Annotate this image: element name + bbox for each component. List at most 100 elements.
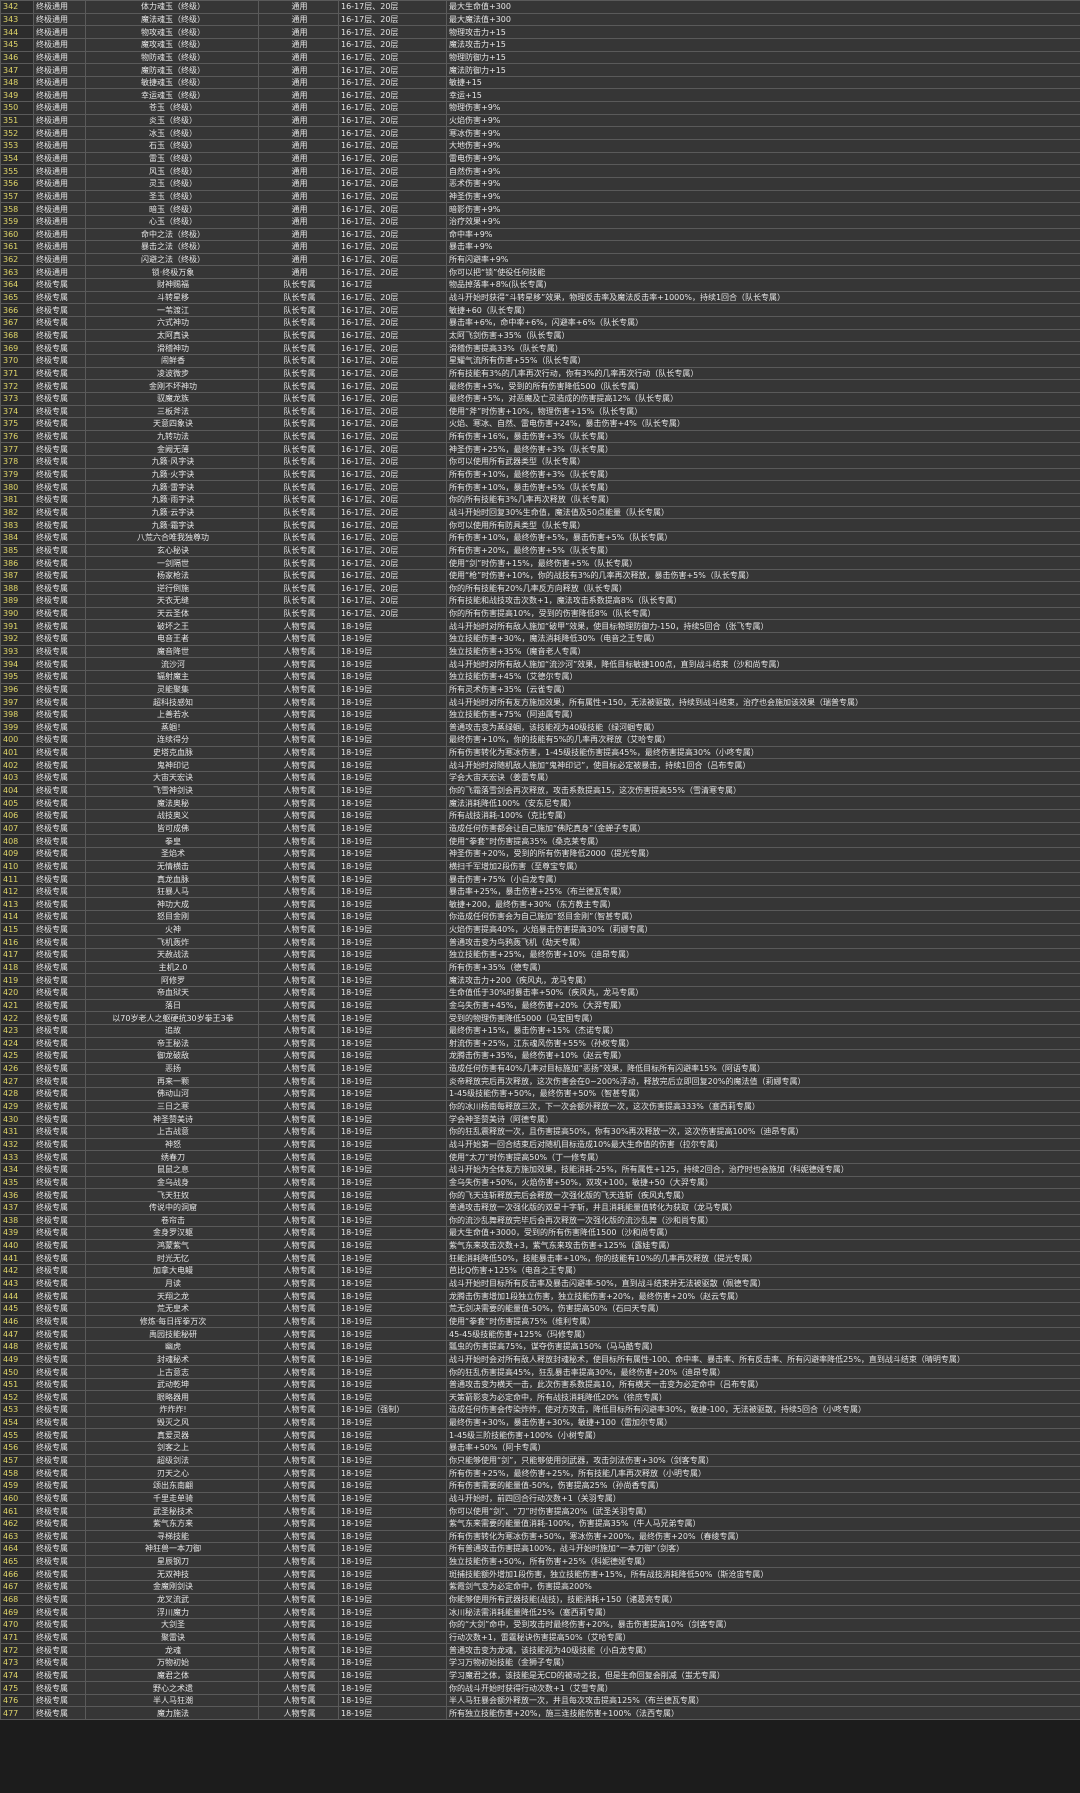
type-cell[interactable]: 终极专属: [33, 707, 86, 722]
skill-name-cell[interactable]: 禹园技能秘研: [85, 1327, 259, 1341]
type-cell[interactable]: 终极通用: [33, 189, 86, 204]
floor-cell[interactable]: 18-19层: [338, 1643, 447, 1657]
category-cell[interactable]: 队长专属: [258, 417, 339, 431]
effect-cell[interactable]: 你的所有伤害提高10%，受到的伤害降低8%（队长专属）: [446, 606, 1080, 621]
floor-cell[interactable]: 18-19层: [338, 922, 447, 937]
floor-cell[interactable]: 18-19层: [338, 682, 447, 697]
type-cell[interactable]: 终极通用: [33, 75, 86, 90]
floor-cell[interactable]: 16-17层、20层: [338, 75, 447, 90]
row-number-cell[interactable]: 406: [0, 809, 34, 823]
type-cell[interactable]: 终极通用: [33, 12, 86, 27]
skill-name-cell[interactable]: 神功大成: [85, 897, 259, 912]
category-cell[interactable]: 人物专属: [258, 644, 339, 659]
category-cell[interactable]: 队长专属: [258, 455, 339, 469]
type-cell[interactable]: 终极专属: [33, 935, 86, 950]
effect-cell[interactable]: 你可以把“锁”使役任何技能: [446, 265, 1080, 280]
floor-cell[interactable]: 18-19层: [338, 1213, 447, 1228]
effect-cell[interactable]: 学会大宙天宏诀（姜雷专属）: [446, 771, 1080, 785]
category-cell[interactable]: 队长专属: [258, 316, 339, 330]
effect-cell[interactable]: 独立技能伤害+25%，最终伤害+10%（迪昂专属）: [446, 948, 1080, 962]
category-cell[interactable]: 通用: [258, 101, 339, 115]
row-number-cell[interactable]: 423: [0, 1023, 34, 1038]
skill-name-cell[interactable]: 魔法魂玉（终级）: [85, 12, 259, 27]
type-cell[interactable]: 终极专属: [33, 1580, 86, 1594]
effect-cell[interactable]: 神圣伤害+25%，最终伤害+3%（队长专属）: [446, 442, 1080, 457]
floor-cell[interactable]: 16-17层、20层: [338, 227, 447, 242]
floor-cell[interactable]: 16-17层、20层: [338, 252, 447, 267]
category-cell[interactable]: 人物专属: [258, 720, 339, 735]
type-cell[interactable]: 终极专属: [33, 682, 86, 697]
type-cell[interactable]: 终极专属: [33, 1099, 86, 1114]
row-number-cell[interactable]: 388: [0, 581, 34, 596]
effect-cell[interactable]: 最终伤害+30%，暴击伤害+30%，敏捷+100（雷加尔专属）: [446, 1415, 1080, 1430]
effect-cell[interactable]: 你的飞天连斩释放完后会释放一次强化版的飞天连斩（疾风丸专属）: [446, 1188, 1080, 1202]
type-cell[interactable]: 终极专属: [33, 556, 86, 570]
effect-cell[interactable]: 普通攻击释放一次强化版的双星十字斩，并且消耗能量值转化为获取（龙马专属）: [446, 1200, 1080, 1215]
skill-name-cell[interactable]: 魔攻魂玉（终级）: [85, 37, 259, 52]
effect-cell[interactable]: 紫霞剑气变为必定命中，伤害提高200%: [446, 1580, 1080, 1594]
effect-cell[interactable]: 所有伤害+20%，最终伤害+5%（队长专属）: [446, 543, 1080, 558]
row-number-cell[interactable]: 415: [0, 922, 34, 937]
type-cell[interactable]: 终极通用: [33, 63, 86, 77]
effect-cell[interactable]: 战斗开始时目标所有反击率及暴击闪避率-50%，直到战斗结束并无法被驱散（佩德专属…: [446, 1276, 1080, 1291]
type-cell[interactable]: 终极专属: [33, 1655, 86, 1670]
type-cell[interactable]: 终极专属: [33, 1618, 86, 1632]
category-cell[interactable]: 人物专属: [258, 1112, 339, 1127]
skill-name-cell[interactable]: 闹鲜香: [85, 353, 259, 368]
effect-cell[interactable]: 所有伤害转化为寒冰伤害，1-45级技能伤害提高45%，最终伤害提高30%（小咚专…: [446, 745, 1080, 760]
row-number-cell[interactable]: 385: [0, 543, 34, 558]
skill-name-cell[interactable]: 流沙河: [85, 657, 259, 671]
floor-cell[interactable]: 18-19层: [338, 1251, 447, 1266]
category-cell[interactable]: 人物专属: [258, 1238, 339, 1253]
type-cell[interactable]: 终极专属: [33, 1011, 86, 1025]
floor-cell[interactable]: 16-17层、20层: [338, 594, 447, 608]
category-cell[interactable]: 人物专属: [258, 1074, 339, 1089]
category-cell[interactable]: 人物专属: [258, 1478, 339, 1493]
type-cell[interactable]: 终极专属: [33, 695, 86, 709]
floor-cell[interactable]: 16-17层、20层: [338, 442, 447, 457]
floor-cell[interactable]: 18-19层: [338, 632, 447, 646]
row-number-cell[interactable]: 453: [0, 1403, 34, 1417]
floor-cell[interactable]: 18-19层: [338, 1478, 447, 1493]
floor-cell[interactable]: 18-19层: [338, 1264, 447, 1278]
effect-cell[interactable]: 炎帝释放完后再次释放，这次伤害会在0~200%浮动，释放完后立即回复20%的魔法…: [446, 1074, 1080, 1089]
category-cell[interactable]: 人物专属: [258, 1049, 339, 1063]
row-number-cell[interactable]: 380: [0, 480, 34, 494]
category-cell[interactable]: 通用: [258, 202, 339, 216]
category-cell[interactable]: 人物专属: [258, 1226, 339, 1240]
skill-name-cell[interactable]: 半人马狂潮: [85, 1693, 259, 1708]
effect-cell[interactable]: 幸运+15: [446, 88, 1080, 103]
skill-name-cell[interactable]: 凌波微步: [85, 366, 259, 381]
floor-cell[interactable]: 16-17层、20层: [338, 581, 447, 596]
type-cell[interactable]: 终极专属: [33, 1213, 86, 1228]
floor-cell[interactable]: 16-17层、20层: [338, 530, 447, 545]
type-cell[interactable]: 终极专属: [33, 758, 86, 773]
skill-name-cell[interactable]: 鸿蒙紫气: [85, 1238, 259, 1253]
category-cell[interactable]: 人物专属: [258, 1188, 339, 1202]
category-cell[interactable]: 人物专属: [258, 1655, 339, 1670]
effect-cell[interactable]: 使用“拳套”时伤害提高75%（维利专属）: [446, 1314, 1080, 1329]
category-cell[interactable]: 人物专属: [258, 1314, 339, 1329]
skill-name-cell[interactable]: 电音王者: [85, 632, 259, 646]
row-number-cell[interactable]: 441: [0, 1251, 34, 1266]
skill-name-cell[interactable]: 龙叉流武: [85, 1592, 259, 1607]
floor-cell[interactable]: 18-19层: [338, 1023, 447, 1038]
floor-cell[interactable]: 18-19层: [338, 897, 447, 912]
row-number-cell[interactable]: 351: [0, 113, 34, 128]
row-number-cell[interactable]: 419: [0, 973, 34, 987]
row-number-cell[interactable]: 382: [0, 505, 34, 520]
row-number-cell[interactable]: 354: [0, 151, 34, 166]
floor-cell[interactable]: 16-17层、20层: [338, 12, 447, 27]
skill-name-cell[interactable]: 浮川魔力: [85, 1605, 259, 1619]
category-cell[interactable]: 通用: [258, 75, 339, 90]
row-number-cell[interactable]: 361: [0, 240, 34, 254]
category-cell[interactable]: 队长专属: [258, 606, 339, 621]
floor-cell[interactable]: 18-19层: [338, 1567, 447, 1582]
skill-name-cell[interactable]: 辐射魔主: [85, 669, 259, 684]
skill-name-cell[interactable]: 魔音降世: [85, 644, 259, 659]
category-cell[interactable]: 人物专属: [258, 745, 339, 760]
row-number-cell[interactable]: 389: [0, 594, 34, 608]
row-number-cell[interactable]: 368: [0, 328, 34, 343]
floor-cell[interactable]: 18-19层: [338, 1630, 447, 1645]
floor-cell[interactable]: 16-17层、20层: [338, 290, 447, 305]
